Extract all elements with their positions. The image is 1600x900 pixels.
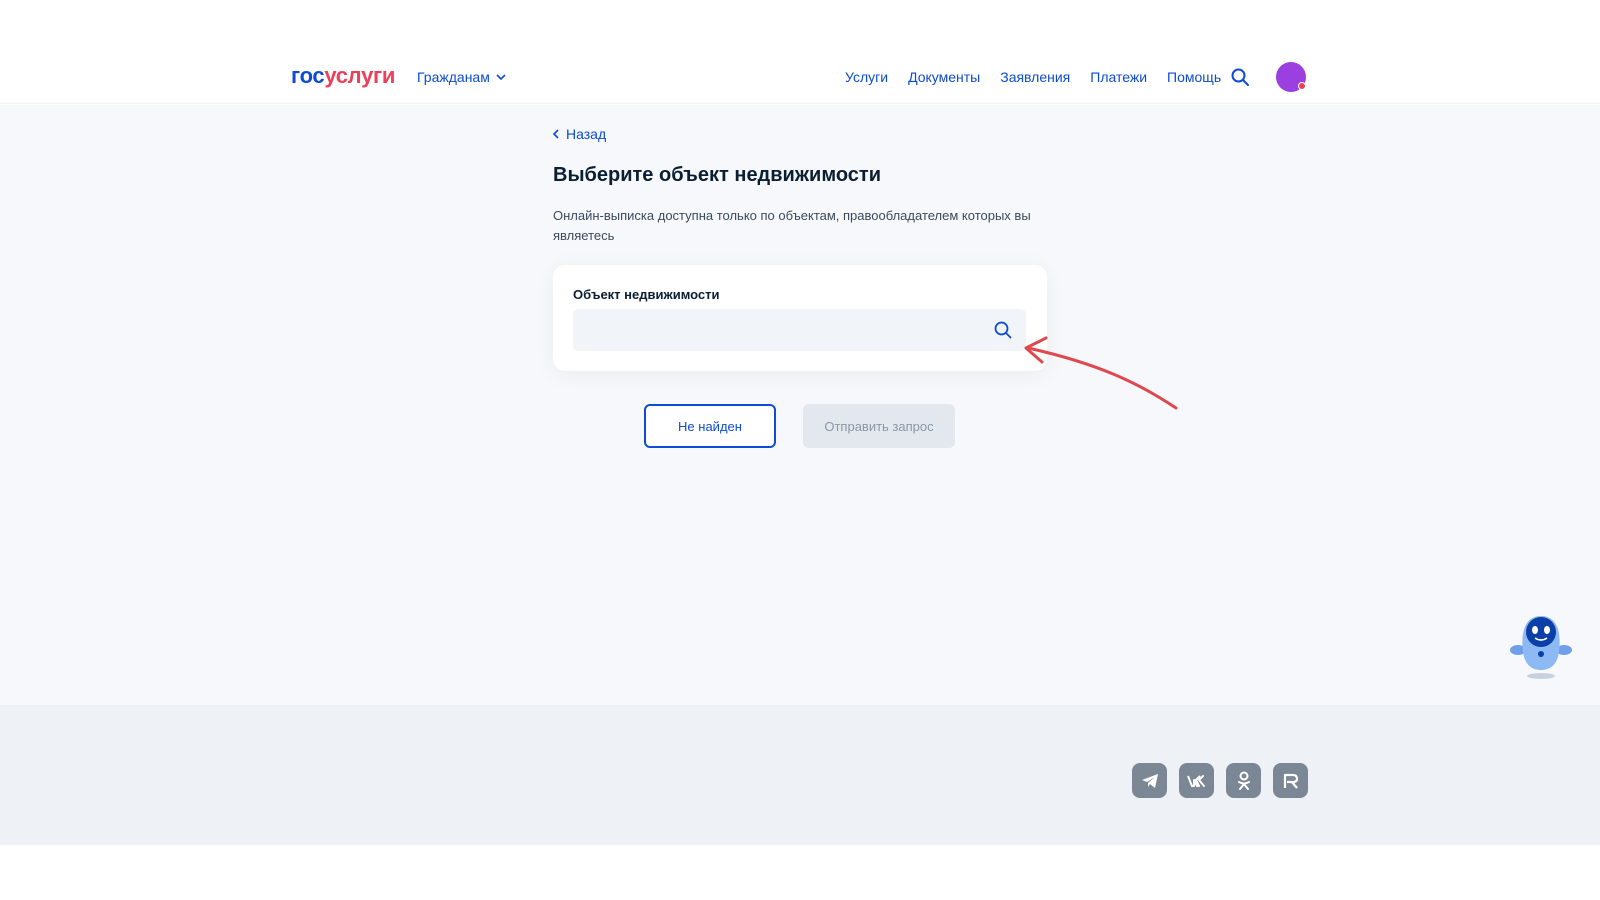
notification-dot [1298, 82, 1306, 90]
main-nav: Услуги Документы Заявления Платежи Помощ… [845, 69, 1221, 85]
property-select-card: Объект недвижимости [553, 265, 1047, 371]
vk-icon-glyph [1186, 774, 1205, 787]
nav-item-documents[interactable]: Документы [908, 69, 980, 85]
site-footer [0, 705, 1600, 845]
back-label: Назад [566, 126, 607, 142]
nav-item-services[interactable]: Услуги [845, 69, 888, 85]
search-icon[interactable] [993, 320, 1013, 340]
odnoklassniki-icon[interactable] [1226, 763, 1261, 798]
chevron-left-icon [552, 129, 559, 139]
social-links [1132, 763, 1308, 798]
nav-item-payments[interactable]: Платежи [1090, 69, 1147, 85]
nav-item-help[interactable]: Помощь [1167, 69, 1221, 85]
property-search-input[interactable] [573, 309, 1026, 351]
audience-label: Гражданам [417, 69, 490, 85]
rutube-icon[interactable] [1273, 763, 1308, 798]
user-avatar[interactable] [1276, 62, 1306, 92]
odnoklassniki-icon-glyph [1237, 771, 1250, 790]
main-content-area [0, 105, 1600, 705]
page-title: Выберите объект недвижимости [553, 164, 882, 186]
telegram-icon-glyph [1141, 773, 1158, 788]
vk-icon[interactable] [1179, 763, 1214, 798]
rutube-icon-glyph [1283, 773, 1298, 789]
property-field-label: Объект недвижимости [573, 287, 720, 302]
robot-assistant-icon[interactable] [1505, 610, 1577, 682]
site-header: госуслуги Гражданам Услуги Документы Зая… [0, 0, 1600, 104]
nav-item-applications[interactable]: Заявления [1000, 69, 1070, 85]
page-subtitle: Онлайн-выписка доступна только по объект… [553, 208, 1031, 243]
gosuslugi-logo[interactable]: госуслуги [291, 63, 395, 89]
logo-part-uslugi: услуги [324, 63, 396, 88]
audience-dropdown[interactable]: Гражданам [417, 69, 506, 85]
annotation-arrow [1024, 336, 1178, 410]
not-found-button[interactable]: Не найден [644, 404, 776, 448]
telegram-icon[interactable] [1132, 763, 1167, 798]
send-request-button[interactable]: Отправить запрос [803, 404, 955, 448]
back-link[interactable]: Назад [552, 126, 606, 142]
logo-part-gos: гос [291, 63, 325, 88]
chevron-down-icon [496, 74, 506, 81]
search-icon[interactable] [1230, 67, 1250, 87]
